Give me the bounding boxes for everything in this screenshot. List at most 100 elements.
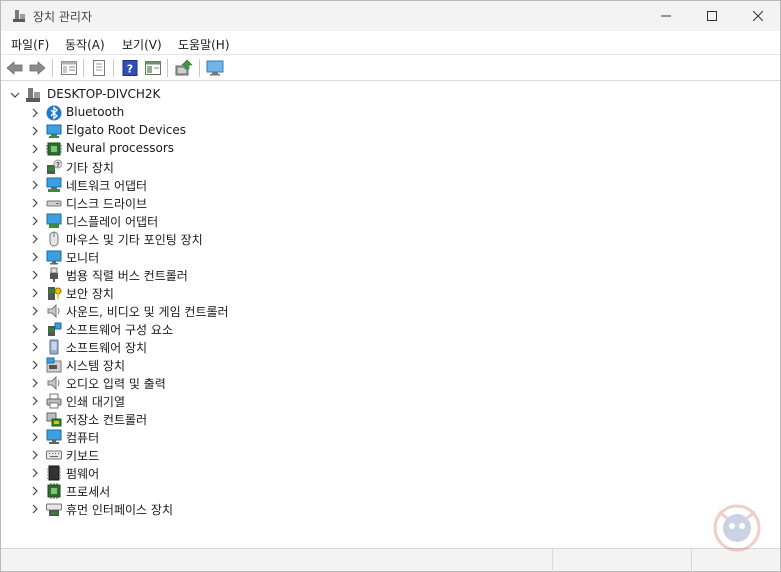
update-driver-button[interactable] <box>174 58 194 78</box>
chevron-right-icon[interactable] <box>30 360 40 370</box>
view-button[interactable] <box>89 58 109 78</box>
tree-item-label: 휴먼 인터페이스 장치 <box>66 503 173 517</box>
tree-item[interactable]: 펌웨어 <box>27 464 287 482</box>
tree-item[interactable]: Elgato Root Devices <box>27 122 287 140</box>
console-button[interactable] <box>143 58 163 78</box>
printer-icon <box>46 393 62 409</box>
tree-item[interactable]: 디스크 드라이브 <box>27 194 287 212</box>
tree-item-label: 마우스 및 기타 포인팅 장치 <box>66 233 203 247</box>
speaker-icon <box>47 303 60 319</box>
maximize-button[interactable] <box>689 1 735 31</box>
chevron-right-icon[interactable] <box>30 216 40 226</box>
chevron-down-icon[interactable] <box>10 90 20 100</box>
toolbar-separator <box>83 59 84 77</box>
menu-file[interactable]: 파일(F) <box>11 36 49 53</box>
tree-item[interactable]: Bluetooth <box>27 104 287 122</box>
chevron-right-icon[interactable] <box>30 306 40 316</box>
tree-item[interactable]: 저장소 컨트롤러 <box>27 410 287 428</box>
tree-item[interactable]: 보안 장치 <box>27 284 287 302</box>
menu-action[interactable]: 동작(A) <box>65 36 105 53</box>
chevron-right-icon[interactable] <box>30 162 40 172</box>
network-adapter-icon <box>46 177 62 192</box>
properties-view-button[interactable] <box>59 58 79 78</box>
scan-hardware-button[interactable] <box>205 58 225 78</box>
chevron-right-icon[interactable] <box>30 144 40 154</box>
tree-item-label: 소프트웨어 구성 요소 <box>66 323 173 337</box>
chevron-right-icon[interactable] <box>30 414 40 424</box>
chevron-right-icon[interactable] <box>30 234 40 244</box>
unknown-device-icon: ? <box>47 159 62 174</box>
menu-view[interactable]: 보기(V) <box>122 36 162 53</box>
device-manager-app-icon <box>13 10 25 22</box>
tree-item[interactable]: 범용 직렬 버스 컨트롤러 <box>27 266 287 284</box>
tree-item[interactable]: 디스플레이 어댑터 <box>27 212 287 230</box>
tree-item[interactable]: 소프트웨어 구성 요소 <box>27 320 287 338</box>
minimize-button[interactable] <box>643 1 689 31</box>
tree-item[interactable]: 프로세서 <box>27 482 287 500</box>
watermark-logo <box>713 504 761 552</box>
system-device-icon <box>46 357 62 373</box>
tree-item[interactable]: ? 기타 장치 <box>27 158 287 176</box>
tree-item[interactable]: 마우스 및 기타 포인팅 장치 <box>27 230 287 248</box>
bluetooth-icon <box>46 105 62 121</box>
tree-item[interactable]: 모니터 <box>27 248 287 266</box>
tree-item-label: Neural processors <box>66 141 175 155</box>
close-icon <box>753 11 763 21</box>
forward-button[interactable] <box>27 58 47 78</box>
tree-item[interactable]: 키보드 <box>27 446 287 464</box>
chevron-right-icon[interactable] <box>30 324 40 334</box>
tree-root-row[interactable]: DESKTOP-DIVCH2K <box>7 86 207 104</box>
close-button[interactable] <box>735 1 781 31</box>
help-button[interactable]: ? <box>120 58 140 78</box>
monitor-icon <box>46 250 62 265</box>
tree-item[interactable]: 인쇄 대기열 <box>27 392 287 410</box>
tree-item-label: 인쇄 대기열 <box>66 395 126 409</box>
keyboard-icon <box>46 450 62 460</box>
tree-item[interactable]: 네트워크 어댑터 <box>27 176 287 194</box>
chevron-right-icon[interactable] <box>30 342 40 352</box>
storage-controller-icon <box>46 412 62 427</box>
chevron-right-icon[interactable] <box>30 432 40 442</box>
tree-item[interactable]: Neural processors <box>27 140 287 158</box>
title-bar[interactable]: 장치 관리자 <box>1 1 780 31</box>
chevron-right-icon[interactable] <box>30 378 40 388</box>
chevron-right-icon[interactable] <box>30 504 40 514</box>
help-icon: ? <box>122 60 138 76</box>
menu-help[interactable]: 도움말(H) <box>178 36 230 53</box>
security-device-icon <box>48 287 62 300</box>
processor-icon <box>47 483 61 499</box>
tree-item[interactable]: 시스템 장치 <box>27 356 287 374</box>
tree-item-label: 펌웨어 <box>66 467 100 481</box>
chevron-right-icon[interactable] <box>30 468 40 478</box>
chevron-right-icon[interactable] <box>30 486 40 496</box>
scan-hardware-icon <box>206 60 224 76</box>
tree-item[interactable]: 사운드, 비디오 및 게임 컨트롤러 <box>27 302 287 320</box>
svg-text:?: ? <box>127 63 133 76</box>
tree-item-label: 시스템 장치 <box>66 359 126 373</box>
toolbar-separator <box>167 59 168 77</box>
device-manager-window: 장치 관리자 파일(F) 동작(A) 보기(V) 도움말(H) ? DESKTO… <box>0 0 781 572</box>
chevron-right-icon[interactable] <box>30 252 40 262</box>
chevron-right-icon[interactable] <box>30 108 40 118</box>
back-button[interactable] <box>5 58 25 78</box>
tree-item-label: 컴퓨터 <box>66 431 100 445</box>
chevron-right-icon[interactable] <box>30 450 40 460</box>
toolbar-separator <box>52 59 53 77</box>
chevron-right-icon[interactable] <box>30 270 40 280</box>
tree-item[interactable]: 소프트웨어 장치 <box>27 338 287 356</box>
status-divider <box>691 549 692 572</box>
chevron-right-icon[interactable] <box>30 126 40 136</box>
chip-icon <box>46 142 62 156</box>
window-title: 장치 관리자 <box>33 10 93 24</box>
tree-item[interactable]: 오디오 입력 및 출력 <box>27 374 287 392</box>
tree-item-label: 디스크 드라이브 <box>66 197 148 211</box>
chevron-right-icon[interactable] <box>30 288 40 298</box>
tree-item[interactable]: 휴먼 인터페이스 장치 <box>27 500 287 518</box>
chevron-right-icon[interactable] <box>30 198 40 208</box>
chevron-right-icon[interactable] <box>30 396 40 406</box>
toolbar-separator <box>113 59 114 77</box>
tree-item[interactable]: 컴퓨터 <box>27 428 287 446</box>
maximize-icon <box>707 11 717 21</box>
update-driver-icon <box>175 59 193 76</box>
chevron-right-icon[interactable] <box>30 180 40 190</box>
